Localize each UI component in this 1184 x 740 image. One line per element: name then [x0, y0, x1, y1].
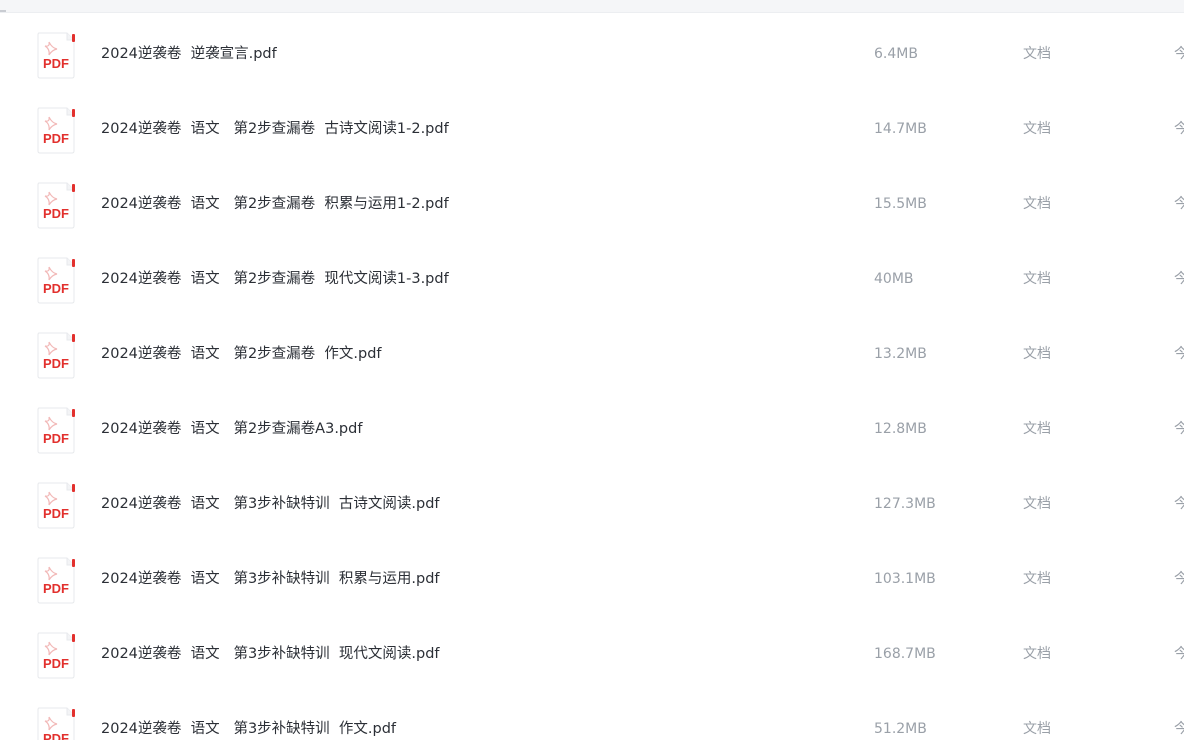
file-type: 文档 — [1023, 121, 1051, 137]
file-name[interactable]: 2024逆袭卷 语文 第2步查漏卷 现代文阅读1-3.pdf — [101, 269, 449, 289]
file-row[interactable]: PDF 2024逆袭卷 逆袭宣言.pdf 6.4MB 文档 今 — [0, 18, 1184, 93]
file-name[interactable]: 2024逆袭卷 语文 第2步查漏卷 古诗文阅读1-2.pdf — [101, 119, 449, 139]
svg-text:PDF: PDF — [43, 731, 69, 740]
file-size: 15.5MB — [874, 196, 927, 212]
pdf-file-icon: PDF — [36, 106, 76, 154]
file-name[interactable]: 2024逆袭卷 语文 第2步查漏卷 积累与运用1-2.pdf — [101, 194, 449, 214]
file-size: 14.7MB — [874, 121, 927, 137]
pdf-file-icon: PDF — [36, 31, 76, 79]
svg-text:PDF: PDF — [43, 56, 69, 71]
file-size: 168.7MB — [874, 646, 936, 662]
svg-text:PDF: PDF — [43, 131, 69, 146]
file-size: 40MB — [874, 271, 914, 287]
svg-text:PDF: PDF — [43, 506, 69, 521]
file-row[interactable]: PDF 2024逆袭卷 语文 第2步查漏卷 古诗文阅读1-2.pdf 14.7M… — [0, 93, 1184, 168]
file-type: 文档 — [1023, 46, 1051, 62]
toolbar-divider — [0, 10, 6, 12]
svg-text:PDF: PDF — [43, 206, 69, 221]
file-type: 文档 — [1023, 196, 1051, 212]
file-name[interactable]: 2024逆袭卷 语文 第3步补缺特训 作文.pdf — [101, 719, 396, 739]
pdf-file-icon: PDF — [36, 331, 76, 379]
svg-text:PDF: PDF — [43, 356, 69, 371]
file-date: 今 — [1174, 46, 1184, 62]
svg-text:PDF: PDF — [43, 656, 69, 671]
file-row[interactable]: PDF 2024逆袭卷 语文 第2步查漏卷 积累与运用1-2.pdf 15.5M… — [0, 168, 1184, 243]
file-size: 103.1MB — [874, 571, 936, 587]
file-date: 今 — [1174, 721, 1184, 737]
svg-text:PDF: PDF — [43, 581, 69, 596]
file-date: 今 — [1174, 421, 1184, 437]
file-size: 51.2MB — [874, 721, 927, 737]
file-date: 今 — [1174, 646, 1184, 662]
file-list: PDF 2024逆袭卷 逆袭宣言.pdf 6.4MB 文档 今 PDF 2024… — [0, 18, 1184, 740]
file-type: 文档 — [1023, 571, 1051, 587]
svg-text:PDF: PDF — [43, 281, 69, 296]
file-date: 今 — [1174, 346, 1184, 362]
file-type: 文档 — [1023, 721, 1051, 737]
file-type: 文档 — [1023, 271, 1051, 287]
pdf-file-icon: PDF — [36, 631, 76, 679]
file-name[interactable]: 2024逆袭卷 语文 第2步查漏卷A3.pdf — [101, 419, 362, 439]
file-size: 13.2MB — [874, 346, 927, 362]
file-type: 文档 — [1023, 421, 1051, 437]
file-row[interactable]: PDF 2024逆袭卷 语文 第2步查漏卷 作文.pdf 13.2MB 文档 今 — [0, 318, 1184, 393]
file-size: 12.8MB — [874, 421, 927, 437]
file-row[interactable]: PDF 2024逆袭卷 语文 第3步补缺特训 古诗文阅读.pdf 127.3MB… — [0, 468, 1184, 543]
file-size: 6.4MB — [874, 46, 918, 62]
file-size: 127.3MB — [874, 496, 936, 512]
file-name[interactable]: 2024逆袭卷 语文 第3步补缺特训 古诗文阅读.pdf — [101, 494, 440, 514]
file-name[interactable]: 2024逆袭卷 语文 第3步补缺特训 现代文阅读.pdf — [101, 644, 440, 664]
file-row[interactable]: PDF 2024逆袭卷 语文 第3步补缺特训 作文.pdf 51.2MB 文档 … — [0, 693, 1184, 740]
file-name[interactable]: 2024逆袭卷 语文 第3步补缺特训 积累与运用.pdf — [101, 569, 440, 589]
file-row[interactable]: PDF 2024逆袭卷 语文 第2步查漏卷A3.pdf 12.8MB 文档 今 — [0, 393, 1184, 468]
pdf-file-icon: PDF — [36, 181, 76, 229]
file-row[interactable]: PDF 2024逆袭卷 语文 第3步补缺特训 积累与运用.pdf 103.1MB… — [0, 543, 1184, 618]
file-type: 文档 — [1023, 646, 1051, 662]
file-type: 文档 — [1023, 496, 1051, 512]
top-toolbar-edge — [0, 0, 1184, 13]
file-date: 今 — [1174, 121, 1184, 137]
file-date: 今 — [1174, 496, 1184, 512]
file-date: 今 — [1174, 571, 1184, 587]
pdf-file-icon: PDF — [36, 481, 76, 529]
file-date: 今 — [1174, 271, 1184, 287]
file-row[interactable]: PDF 2024逆袭卷 语文 第3步补缺特训 现代文阅读.pdf 168.7MB… — [0, 618, 1184, 693]
file-date: 今 — [1174, 196, 1184, 212]
file-row[interactable]: PDF 2024逆袭卷 语文 第2步查漏卷 现代文阅读1-3.pdf 40MB … — [0, 243, 1184, 318]
file-type: 文档 — [1023, 346, 1051, 362]
pdf-file-icon: PDF — [36, 706, 76, 740]
file-name[interactable]: 2024逆袭卷 逆袭宣言.pdf — [101, 44, 277, 64]
pdf-file-icon: PDF — [36, 256, 76, 304]
file-name[interactable]: 2024逆袭卷 语文 第2步查漏卷 作文.pdf — [101, 344, 382, 364]
svg-text:PDF: PDF — [43, 431, 69, 446]
pdf-file-icon: PDF — [36, 406, 76, 454]
pdf-file-icon: PDF — [36, 556, 76, 604]
